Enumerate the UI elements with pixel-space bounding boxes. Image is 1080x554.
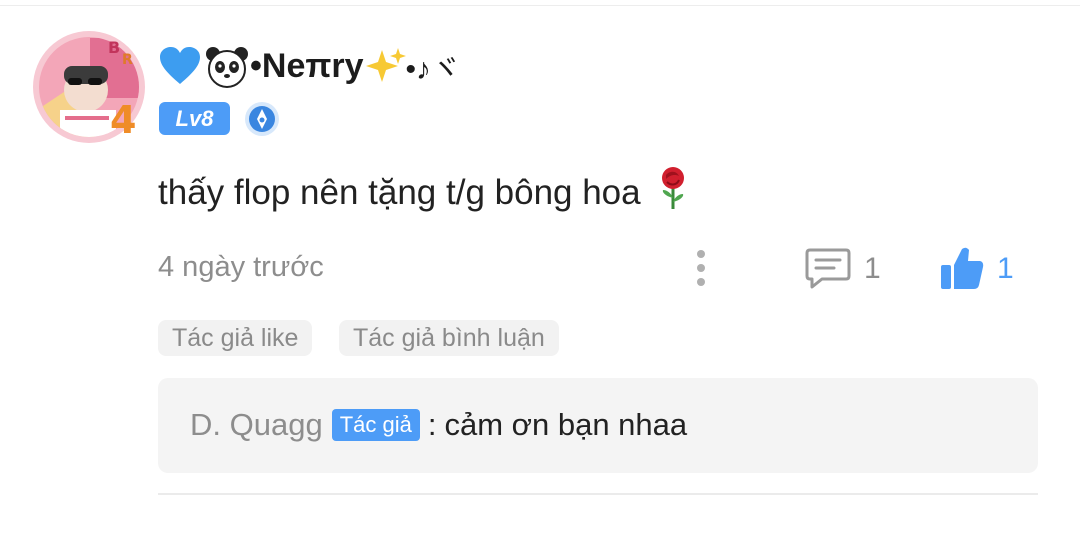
svg-text:R: R [122,52,133,68]
rose-icon [657,166,689,219]
reply-separator: : [427,407,437,442]
panda-icon [204,44,250,88]
sparkles-icon [365,46,406,86]
blue-heart-icon [158,46,202,86]
comment-text-row: thấy flop nên tặng t/g bông hoa [158,166,689,219]
like-icon[interactable] [938,245,986,291]
reply-author[interactable]: D. Quagg [190,407,323,443]
svg-text:B: B [108,38,120,57]
more-icon[interactable] [690,248,712,290]
reply-icon[interactable] [804,246,852,290]
reply-line: D. Quagg Tác giả : cảm ơn bạn nhaa [190,407,687,443]
avatar-badge-number: 4 [110,98,136,142]
medal-icon[interactable] [244,101,280,137]
reply-box[interactable]: D. Quagg Tác giả : cảm ơn bạn nhaa [158,378,1038,473]
author-badge: Tác giả [331,409,420,441]
reply-text: cảm ơn bạn nhaa [444,407,688,442]
tag-author-comment: Tác giả bình luận [339,320,559,356]
like-count: 1 [997,252,1014,285]
tag-author-like: Tác giả like [158,320,313,356]
comment-text: thấy flop nên tặng t/g bông hoa [158,172,641,212]
username-suffix: •♪ヾ [405,53,462,86]
level-badge: Lv8 [159,102,230,135]
username-text: •Neπry [250,46,364,85]
reply-count: 1 [864,252,881,285]
timestamp: 4 ngày trước [158,251,324,283]
top-divider [0,5,1080,6]
bottom-divider [158,493,1038,495]
username[interactable]: •Neπry •♪ヾ [158,42,461,90]
avatar[interactable]: B R 4 [30,28,148,146]
